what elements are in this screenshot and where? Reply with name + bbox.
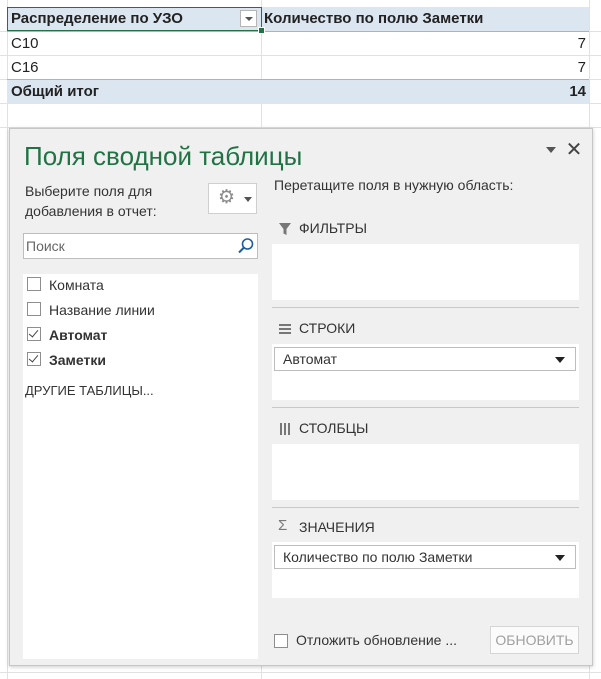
field-item-room[interactable]: Комната xyxy=(25,274,255,296)
columns-icon xyxy=(280,423,290,435)
drag-fields-label: Перетащите поля в нужную область: xyxy=(274,177,514,193)
choose-fields-label: Выберите поля для добавления в отчет: xyxy=(25,183,157,219)
dropdown-filter-icon[interactable] xyxy=(240,10,257,27)
field-label: Автомат xyxy=(49,327,108,343)
field-item-line-name[interactable]: Название линии xyxy=(25,299,255,321)
sigma-icon: Σ xyxy=(278,517,288,534)
pane-title: Поля сводной таблицы xyxy=(24,141,303,171)
field-checkbox[interactable] xyxy=(27,277,41,291)
area-title: ФИЛЬТРЫ xyxy=(299,220,367,236)
row-label-header[interactable]: Распределение по УЗО xyxy=(11,7,183,31)
field-checkbox[interactable] xyxy=(27,302,41,316)
area-title: ЗНАЧЕНИЯ xyxy=(299,519,375,535)
filter-funnel-icon xyxy=(279,223,291,235)
rows-field-pill[interactable]: Автомат xyxy=(274,347,576,371)
pivot-header-row: Распределение по УЗО Количество по полю … xyxy=(7,7,589,34)
tools-button[interactable]: ⚙ xyxy=(208,183,257,214)
pivot-fields-pane: Поля сводной таблицы ✕ Выберите поля для… xyxy=(9,128,593,666)
pivot-data-row: С10 7 xyxy=(7,32,589,56)
pill-label: Автомат xyxy=(283,351,338,367)
rows-icon xyxy=(279,324,291,334)
field-item-notes[interactable]: Заметки xyxy=(25,349,255,371)
divider xyxy=(272,407,579,408)
row-label[interactable]: С10 xyxy=(11,32,39,56)
defer-update-label: Отложить обновление ... xyxy=(296,632,458,648)
pivot-data-row: С16 7 xyxy=(7,56,589,80)
row-value[interactable]: 7 xyxy=(578,56,586,80)
values-drop-zone[interactable]: Количество по полю Заметки xyxy=(272,542,579,598)
field-list: Комната Название линии Автомат Заметки Д… xyxy=(23,274,258,659)
filters-drop-zone[interactable] xyxy=(272,244,579,300)
total-label[interactable]: Общий итог xyxy=(11,80,99,104)
pill-label: Количество по полю Заметки xyxy=(283,549,473,565)
pivot-total-row: Общий итог 14 xyxy=(7,79,589,104)
chevron-down-icon[interactable] xyxy=(555,555,565,561)
chevron-down-icon[interactable] xyxy=(546,147,556,153)
values-field-pill[interactable]: Количество по полю Заметки xyxy=(274,545,576,569)
field-label: Комната xyxy=(49,277,104,293)
value-header[interactable]: Количество по полю Заметки xyxy=(264,7,483,31)
chevron-down-icon xyxy=(244,197,252,202)
field-checkbox[interactable] xyxy=(27,327,41,341)
close-icon[interactable]: ✕ xyxy=(565,139,583,161)
gear-icon: ⚙ xyxy=(218,187,236,208)
row-label[interactable]: С16 xyxy=(11,56,39,80)
area-title: СТРОКИ xyxy=(299,320,356,336)
total-value[interactable]: 14 xyxy=(569,80,586,104)
other-tables-link[interactable]: ДРУГИЕ ТАБЛИЦЫ... xyxy=(25,383,154,398)
search-input[interactable] xyxy=(26,236,231,256)
row-value[interactable]: 7 xyxy=(578,32,586,56)
field-item-breaker[interactable]: Автомат xyxy=(25,324,255,346)
rows-drop-zone[interactable]: Автомат xyxy=(272,344,579,400)
field-label: Заметки xyxy=(49,352,106,368)
search-icon[interactable] xyxy=(237,237,255,255)
grid-line xyxy=(0,672,601,673)
search-box[interactable] xyxy=(23,233,258,259)
columns-drop-zone[interactable] xyxy=(272,444,579,500)
area-title: СТОЛБЦЫ xyxy=(299,420,369,436)
field-label: Название линии xyxy=(49,302,155,318)
divider xyxy=(272,507,579,508)
chevron-down-icon[interactable] xyxy=(555,357,565,363)
field-checkbox[interactable] xyxy=(27,352,41,366)
update-button[interactable]: ОБНОВИТЬ xyxy=(490,626,579,654)
defer-update-checkbox[interactable] xyxy=(274,634,288,648)
divider xyxy=(272,307,579,308)
